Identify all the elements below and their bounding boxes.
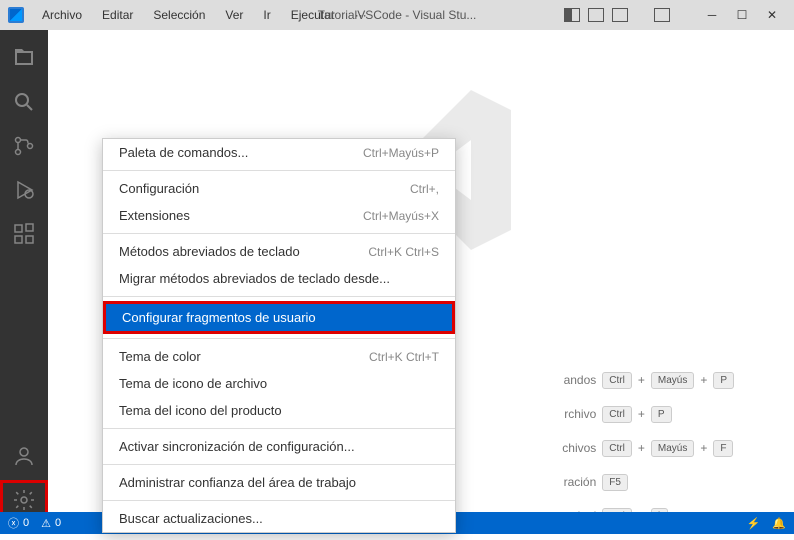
- menu-item-label: Configuración: [119, 181, 199, 196]
- menu-ver[interactable]: Ver: [217, 4, 251, 26]
- vscode-logo-icon: [8, 7, 24, 23]
- menu-item[interactable]: Métodos abreviados de teclado Ctrl+K Ctrl…: [103, 238, 455, 265]
- menu-item-label: Paleta de comandos...: [119, 145, 248, 160]
- menu-item[interactable]: Migrar métodos abreviados de teclado des…: [103, 265, 455, 292]
- shortcut-label: chivos: [556, 441, 596, 455]
- menu-seleccion[interactable]: Selección: [145, 4, 213, 26]
- close-button[interactable]: ✕: [758, 5, 786, 25]
- menu-item-shortcut: Ctrl+,: [410, 182, 439, 196]
- menu-item-label: Configurar fragmentos de usuario: [122, 310, 316, 325]
- shortcut-label: rchivo: [556, 407, 596, 421]
- warning-count: 0: [55, 517, 61, 529]
- activity-bar: [0, 30, 48, 520]
- menu-item-label: Migrar métodos abreviados de teclado des…: [119, 271, 390, 286]
- menu-item[interactable]: Extensiones Ctrl+Mayús+X: [103, 202, 455, 229]
- shortcut-hint: chivosCtrl + Mayús + F: [556, 438, 734, 458]
- bell-icon[interactable]: 🔔: [772, 517, 786, 530]
- keyboard-key: P: [713, 372, 734, 389]
- source-control-icon[interactable]: [0, 126, 48, 166]
- separator: [103, 170, 455, 171]
- menu-item[interactable]: Buscar actualizaciones...: [103, 505, 455, 532]
- shortcut-hint: ración F5: [556, 472, 734, 492]
- menu-item-label: Tema de color: [119, 349, 201, 364]
- menu-item[interactable]: Tema de icono de archivo: [103, 370, 455, 397]
- menu-item-shortcut: Ctrl+K Ctrl+S: [368, 245, 439, 259]
- extensions-icon[interactable]: [0, 214, 48, 254]
- separator: [103, 428, 455, 429]
- errors-status[interactable]: ⓧ 0: [8, 515, 29, 531]
- feedback-icon[interactable]: ⚡: [747, 517, 761, 530]
- menu-item-label: Activar sincronización de configuración.…: [119, 439, 355, 454]
- menu-item-shortcut: Ctrl+K Ctrl+T: [369, 350, 439, 364]
- shortcut-hint: rchivoCtrl + P: [556, 404, 734, 424]
- search-icon[interactable]: [0, 82, 48, 122]
- settings-context-menu: Paleta de comandos... Ctrl+Mayús+P Configu…: [102, 138, 456, 533]
- keyboard-key: Ctrl: [602, 406, 632, 423]
- titlebar: Archivo Editar Selección Ver Ir Ejecutar…: [0, 0, 794, 30]
- menu-item[interactable]: Tema del icono del producto: [103, 397, 455, 424]
- minimize-button[interactable]: ─: [698, 5, 726, 25]
- menu-item-label: Buscar actualizaciones...: [119, 511, 263, 526]
- menu-item-label: Extensiones: [119, 208, 190, 223]
- customize-layout-icon[interactable]: [654, 8, 670, 22]
- explorer-icon[interactable]: [0, 38, 48, 78]
- menu-item-shortcut: Ctrl+Mayús+X: [363, 209, 439, 223]
- menu-item-shortcut: Ctrl+Mayús+P: [363, 146, 439, 160]
- error-count: 0: [23, 517, 29, 529]
- shortcut-label: ración: [556, 475, 596, 489]
- menu-item-label: Administrar confianza del área de trabaj…: [119, 475, 356, 490]
- keyboard-key: F: [713, 440, 733, 457]
- separator: [103, 464, 455, 465]
- keyboard-key: P: [651, 406, 672, 423]
- separator: [103, 338, 455, 339]
- shortcut-label: andos: [556, 373, 596, 387]
- menu-item[interactable]: Administrar confianza del área de trabaj…: [103, 469, 455, 496]
- menu-item[interactable]: Activar sincronización de configuración.…: [103, 433, 455, 460]
- layout-controls: ─ ☐ ✕: [564, 5, 786, 25]
- editor-area: andosCtrl + Mayús + PrchivoCtrl + Pchivo…: [48, 30, 794, 520]
- run-debug-icon[interactable]: [0, 170, 48, 210]
- menu-item[interactable]: Configuración Ctrl+,: [103, 175, 455, 202]
- keyboard-key: Mayús: [651, 440, 694, 457]
- warnings-status[interactable]: ⚠ 0: [41, 517, 61, 530]
- separator: [103, 233, 455, 234]
- menu-item-label: Métodos abreviados de teclado: [119, 244, 300, 259]
- menu-item[interactable]: Paleta de comandos... Ctrl+Mayús+P: [103, 139, 455, 166]
- keyboard-key: Ctrl: [602, 372, 632, 389]
- keyboard-key: F5: [602, 474, 628, 491]
- error-icon: ⓧ: [8, 515, 19, 531]
- window-title: TutorialVSCode - Visual Stu...: [318, 8, 477, 22]
- menu-item[interactable]: Configurar fragmentos de usuario: [103, 301, 455, 334]
- account-icon[interactable]: [0, 436, 48, 476]
- panel-bottom-icon[interactable]: [588, 8, 604, 22]
- shortcut-hint: andosCtrl + Mayús + P: [556, 370, 734, 390]
- maximize-button[interactable]: ☐: [728, 5, 756, 25]
- menu-ir[interactable]: Ir: [255, 4, 278, 26]
- keyboard-key: Ctrl: [602, 440, 632, 457]
- menu-item-label: Tema de icono de archivo: [119, 376, 267, 391]
- separator: [103, 500, 455, 501]
- keyboard-key: Mayús: [651, 372, 694, 389]
- panel-left-icon[interactable]: [564, 8, 580, 22]
- panel-right-icon[interactable]: [612, 8, 628, 22]
- warning-icon: ⚠: [41, 517, 51, 530]
- menu-archivo[interactable]: Archivo: [34, 4, 90, 26]
- separator: [103, 296, 455, 297]
- menu-item[interactable]: Tema de color Ctrl+K Ctrl+T: [103, 343, 455, 370]
- menu-item-label: Tema del icono del producto: [119, 403, 282, 418]
- menu-editar[interactable]: Editar: [94, 4, 141, 26]
